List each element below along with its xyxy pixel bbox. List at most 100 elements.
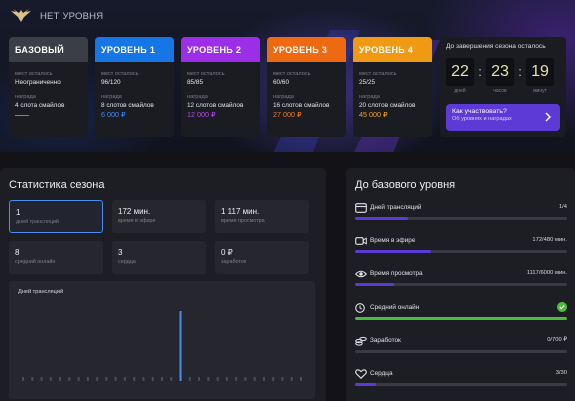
stat-label: время в эфире xyxy=(118,218,156,224)
requirement-progress xyxy=(355,250,567,253)
requirement-earnings: Заработок 0/700 ₽ xyxy=(355,336,567,360)
seats-label: мест осталось xyxy=(273,71,311,77)
season-hero: НЕТ УРОВНЯ БАЗОВЫЙ мест осталось Неогран… xyxy=(0,0,575,152)
seats-label: мест осталось xyxy=(187,71,225,77)
level-price: 27 000 ₽ xyxy=(273,110,302,119)
countdown-minutes: 19 xyxy=(526,58,554,86)
countdown-separator: : xyxy=(518,64,522,79)
level-card-4[interactable]: УРОВЕНЬ 4 мест осталось 25/25 награда 20… xyxy=(353,37,432,137)
stat-value: 3 xyxy=(118,248,123,257)
reward-label: награда xyxy=(187,94,208,100)
price-dash xyxy=(15,115,29,116)
reward-label: награда xyxy=(15,94,36,100)
chart-bar-day-13 xyxy=(133,377,136,381)
level-title: УРОВЕНЬ 4 xyxy=(353,37,432,62)
chart-bar-day-7 xyxy=(77,377,80,381)
chart-bar-day-23 xyxy=(225,377,228,381)
coins-icon xyxy=(355,336,367,346)
progress-fill xyxy=(355,250,431,253)
chart-bar-day-26 xyxy=(253,377,256,381)
stat-tile-earnings[interactable]: 0 ₽ заработок xyxy=(215,241,309,274)
chart-bar-day-30 xyxy=(290,377,293,381)
level-title: БАЗОВЫЙ xyxy=(9,37,88,62)
chart-bar-day-15 xyxy=(151,377,154,381)
requirement-avg-online: Средний онлайн xyxy=(355,302,567,327)
reward-value: 16 слотов смайлов xyxy=(273,102,330,109)
requirement-name: Дней трансляций xyxy=(370,204,422,211)
level-card-base[interactable]: БАЗОВЫЙ мест осталось Неограниченно нагр… xyxy=(9,37,88,137)
level-title: УРОВЕНЬ 1 xyxy=(95,37,174,62)
stat-tile-hearts[interactable]: 3 сердца xyxy=(112,241,206,274)
chevron-right-icon xyxy=(545,112,551,122)
chart-bar-day-19 xyxy=(188,377,191,381)
countdown-title: До завершения сезона осталось xyxy=(446,43,546,50)
chart-bar-day-8 xyxy=(86,377,89,381)
chart-bar-day-17 xyxy=(170,377,173,381)
countdown-hours: 23 xyxy=(486,58,514,86)
chart-bar-day-18 xyxy=(179,311,182,381)
requirement-name: Средний онлайн xyxy=(370,304,420,311)
reward-label: награда xyxy=(101,94,122,100)
chart-bar-day-4 xyxy=(49,377,52,381)
chart-bar-day-9 xyxy=(96,377,99,381)
requirement-name: Заработок xyxy=(370,337,401,344)
seats-value: 60/60 xyxy=(273,79,289,86)
stat-tile-watch-time[interactable]: 1 117 мин. время просмотра xyxy=(215,200,309,233)
chart-bar-day-28 xyxy=(272,377,275,381)
requirement-progress xyxy=(355,317,567,320)
level-price: 12 000 ₽ xyxy=(187,110,216,119)
chart-bar-day-6 xyxy=(68,377,71,381)
requirement-value: 0/700 ₽ xyxy=(547,337,567,343)
level-title: УРОВЕНЬ 2 xyxy=(181,37,260,62)
level-card-1[interactable]: УРОВЕНЬ 1 мест осталось 96/120 награда 8… xyxy=(95,37,174,137)
requirement-hearts: Сердца 3/30 xyxy=(355,369,567,393)
stat-tile-stream-days[interactable]: 1 дней трансляций xyxy=(9,200,103,233)
level-card-2[interactable]: УРОВЕНЬ 2 мест осталось 85/85 награда 12… xyxy=(181,37,260,137)
level-title: УРОВЕНЬ 3 xyxy=(267,37,346,62)
seats-value: 25/25 xyxy=(359,79,375,86)
how-to-participate-subtitle: Об уровнях и наградах xyxy=(452,116,512,122)
brand: НЕТ УРОВНЯ xyxy=(10,8,103,24)
progress-fill xyxy=(355,317,567,320)
seats-value: 96/120 xyxy=(101,79,121,86)
requirement-name: Время в эфире xyxy=(370,237,416,244)
level-price: 45 000 ₽ xyxy=(359,110,388,119)
reward-label: награда xyxy=(273,94,294,100)
how-to-participate-button[interactable]: Как участвовать? Об уровнях и наградах xyxy=(446,104,560,131)
eagle-logo-icon xyxy=(11,9,31,22)
chart-bar-day-1 xyxy=(22,377,24,381)
heart-icon xyxy=(355,369,367,379)
current-level-status: НЕТ УРОВНЯ xyxy=(40,10,104,22)
level-price: 6 000 ₽ xyxy=(101,110,126,119)
level-card-3[interactable]: УРОВЕНЬ 3 мест осталось 60/60 награда 16… xyxy=(267,37,346,137)
chart-bar-day-12 xyxy=(123,377,126,381)
chart-bar-day-5 xyxy=(59,377,62,381)
stat-label: время просмотра xyxy=(221,218,265,224)
chart-bar-day-20 xyxy=(198,377,201,381)
chart-bar-day-25 xyxy=(244,377,247,381)
stat-value: 1 117 мин. xyxy=(221,207,260,216)
chart-bar-day-22 xyxy=(216,377,219,381)
requirement-stream-days: Дней трансляций 1/4 xyxy=(355,203,567,227)
stat-tile-airtime[interactable]: 172 мин. время в эфире xyxy=(112,200,206,233)
countdown-hours-label: часов xyxy=(493,88,507,94)
season-countdown: До завершения сезона осталось 22 дней : … xyxy=(440,37,566,137)
seats-value: 85/85 xyxy=(187,79,203,86)
requirement-progress xyxy=(355,283,567,286)
chart-bar-day-14 xyxy=(142,377,145,381)
base-level-title: До базового уровня xyxy=(355,179,456,191)
chart-bar-day-3 xyxy=(40,377,43,381)
stat-value: 0 ₽ xyxy=(221,248,233,257)
chart-bar-day-10 xyxy=(105,377,108,381)
calendar-icon xyxy=(355,203,367,213)
requirement-value: 1/4 xyxy=(558,204,567,210)
requirement-name: Время просмотра xyxy=(370,270,423,277)
stat-tile-avg-online[interactable]: 8 средний онлайн xyxy=(9,241,103,274)
requirement-progress xyxy=(355,383,567,386)
progress-fill xyxy=(355,217,408,220)
season-stats-panel: Статистика сезона 1 дней трансляций 172 … xyxy=(0,168,326,401)
clock-icon xyxy=(355,303,365,313)
stat-label: средний онлайн xyxy=(15,259,56,265)
stat-label: сердца xyxy=(118,259,136,265)
stat-value: 172 мин. xyxy=(118,207,151,216)
